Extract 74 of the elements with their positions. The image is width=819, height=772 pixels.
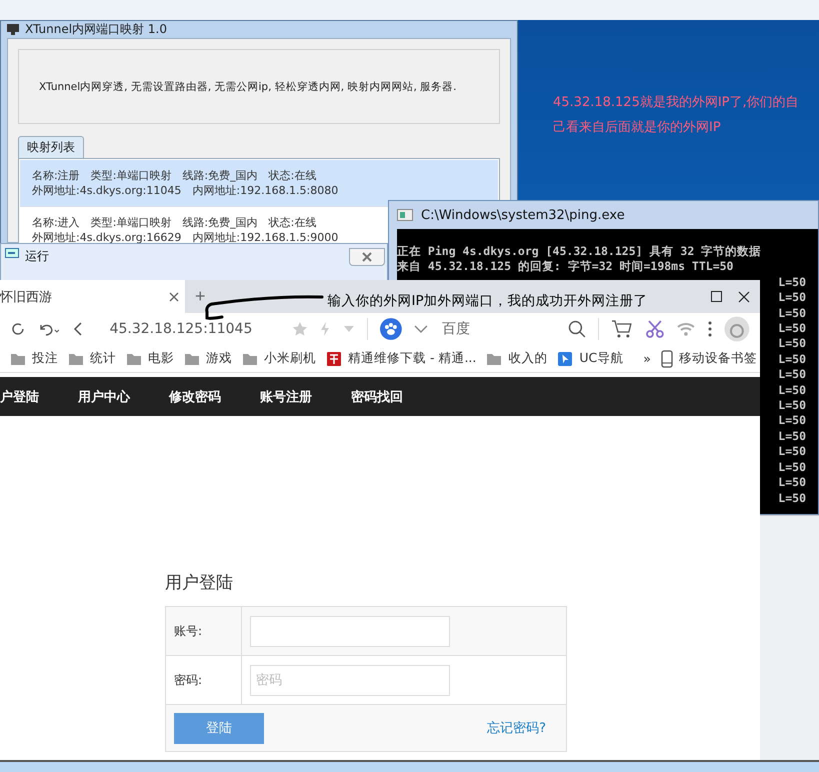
paw-icon[interactable] xyxy=(380,318,402,340)
form-title: 用户登陆 xyxy=(165,572,234,594)
run-icon xyxy=(5,248,19,258)
mapping-item[interactable]: 名称:注册 类型:单端口映射 线路:免费_国内 状态:在线 外网地址:4s.dkys.org:11045 内网地址:192.168.1.5:8080 xyxy=(20,160,498,207)
console-line: 来自 45.32.18.125 的回复: 字节=32 时间=198ms TTL=50 xyxy=(397,259,734,274)
console-line: L=50 xyxy=(778,321,806,336)
bookmark-link[interactable]: 小米刷机 xyxy=(264,350,316,367)
bookmark-link[interactable]: 游戏 xyxy=(206,350,232,367)
annotation-text: 输入你的外网IP加外网端口，我的成功开外网注册了 xyxy=(328,292,648,311)
bookmark-link[interactable]: 统计 xyxy=(90,350,116,367)
new-tab-button[interactable]: + xyxy=(185,280,216,313)
monitor-icon xyxy=(7,24,19,35)
close-icon[interactable] xyxy=(738,290,750,302)
avatar-icon[interactable] xyxy=(724,316,750,342)
console-line: L=50 xyxy=(778,460,806,474)
phone-icon xyxy=(660,350,673,368)
scissors-icon[interactable] xyxy=(644,319,664,339)
console-line: L=50 xyxy=(778,475,806,490)
console-line: L=50 xyxy=(778,367,806,382)
reload-icon[interactable] xyxy=(10,321,26,337)
bookmark-link[interactable]: 收入的 xyxy=(508,350,548,367)
folder-icon xyxy=(242,352,258,366)
folder-icon xyxy=(184,352,200,366)
console-line: L=50 xyxy=(778,352,806,366)
browser-tab[interactable]: 怀旧西游 xyxy=(0,280,185,313)
bookmark-link[interactable]: 投注 xyxy=(32,350,58,367)
search-icon[interactable] xyxy=(568,320,586,338)
console-line: L=50 xyxy=(778,336,806,350)
star-icon[interactable] xyxy=(292,321,308,337)
caret-icon[interactable] xyxy=(414,325,428,333)
nav-link[interactable]: 账号注册 xyxy=(260,388,312,406)
description-text: XTunnel内网穿透, 无需设置路由器, 无需公网ip, 轻松穿透内网, 映射内网网站, 服务器. xyxy=(39,80,456,94)
close-button[interactable] xyxy=(349,248,385,266)
bookmark-link[interactable]: 电影 xyxy=(148,350,174,367)
console-line: L=50 xyxy=(778,306,806,320)
console-line: L=50 xyxy=(778,490,806,504)
console-line: L=50 xyxy=(778,398,806,412)
cart-icon[interactable] xyxy=(610,319,633,339)
console-line: L=50 xyxy=(778,382,806,397)
close-icon xyxy=(361,252,373,262)
input-field[interactable] xyxy=(250,616,450,646)
bookmark-link[interactable]: 移动设备书签 xyxy=(678,350,757,367)
console-line: L=50 xyxy=(778,413,806,428)
annotation-text: 45.32.18.125就是我的外网IP了,你们的自 xyxy=(553,94,799,112)
list-tab[interactable]: 映射列表 xyxy=(18,136,84,158)
back-icon[interactable] xyxy=(72,321,84,337)
input-field[interactable]: 密码 xyxy=(250,664,450,696)
site-icon xyxy=(326,352,342,366)
overflow-button[interactable]: » xyxy=(643,351,651,366)
cursor-icon xyxy=(557,352,574,366)
address-field[interactable]: 45.32.18.125:11045 xyxy=(110,321,280,337)
more-icon[interactable] xyxy=(708,321,712,337)
console-line: L=50 xyxy=(778,428,806,443)
folder-icon xyxy=(68,352,84,366)
console-icon xyxy=(397,209,413,221)
nav-link[interactable]: 户登陆 xyxy=(0,388,39,406)
console-line: L=50 xyxy=(778,290,806,304)
bookmark-link[interactable]: 精通维修下载 - 精通... xyxy=(348,350,476,367)
field-label: 账号: xyxy=(174,622,202,640)
annotation-text: 己看来自后面就是你的外网IP xyxy=(553,119,722,137)
maximize-icon[interactable] xyxy=(711,291,722,302)
bookmark-link[interactable]: UC导航 xyxy=(579,350,624,367)
nav-link[interactable]: 用户中心 xyxy=(78,388,130,406)
window-title: XTunnel内网端口映射 1.0 xyxy=(25,21,167,38)
console-line: L=50 xyxy=(778,274,806,289)
close-icon[interactable] xyxy=(169,292,179,302)
folder-icon xyxy=(486,352,502,366)
folder-icon xyxy=(126,352,142,366)
forgot-password-link[interactable]: 忘记密码? xyxy=(487,719,546,737)
folder-icon xyxy=(10,352,26,366)
nav-link[interactable]: 密码找回 xyxy=(351,388,403,406)
nav-link[interactable]: 修改密码 xyxy=(169,388,221,406)
field-label: 密码: xyxy=(174,672,202,688)
console-line: L=50 xyxy=(778,444,806,458)
